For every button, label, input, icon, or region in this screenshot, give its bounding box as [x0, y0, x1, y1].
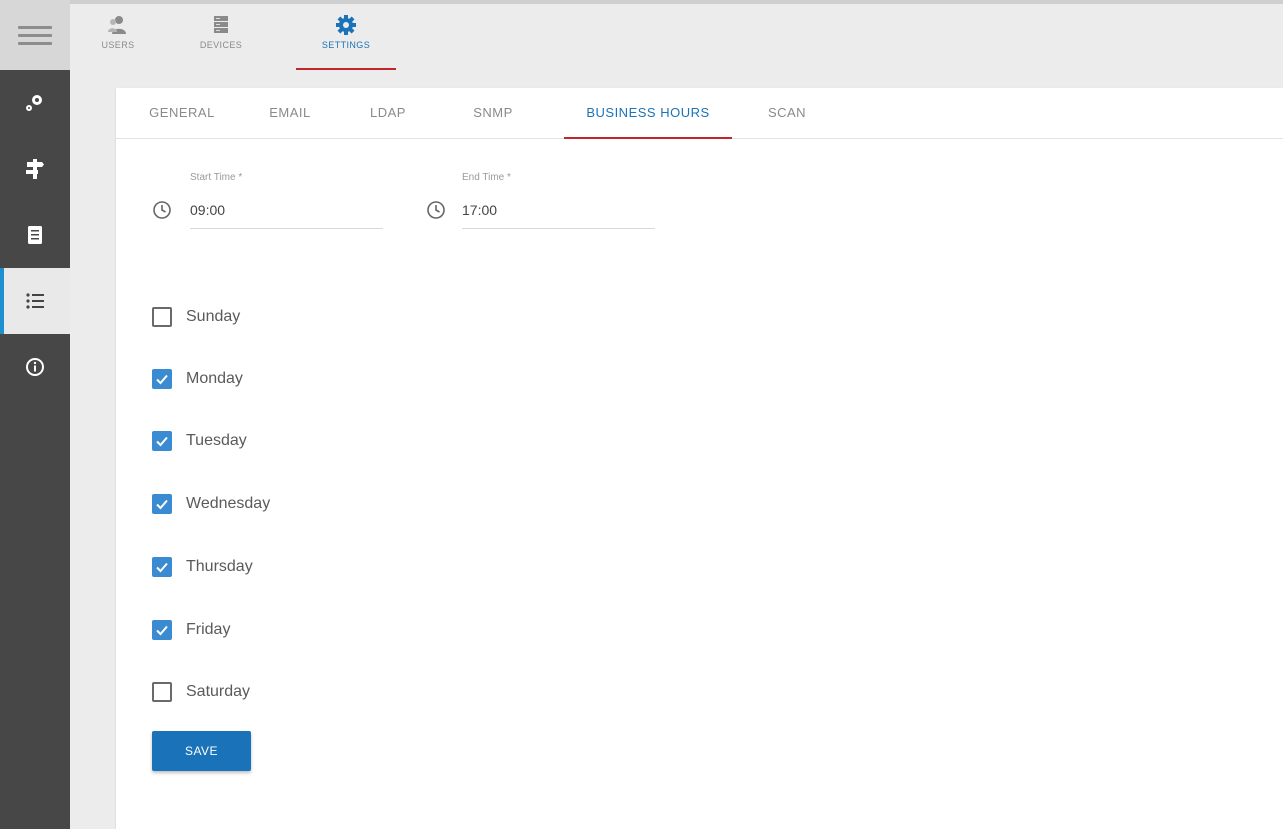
check-icon — [156, 499, 168, 510]
menu-button[interactable] — [0, 0, 70, 70]
left-rail — [0, 0, 70, 829]
module-users[interactable]: USERS — [68, 10, 168, 50]
start-time-field[interactable]: Start Time * — [190, 172, 383, 229]
day-friday[interactable]: Friday — [152, 617, 230, 643]
list-icon — [26, 293, 44, 309]
tuesday-checkbox[interactable] — [152, 431, 172, 451]
module-devices-label: DEVICES — [199, 40, 243, 50]
end-time-field[interactable]: End Time * — [462, 172, 655, 229]
devices-icon — [214, 16, 228, 33]
info-icon — [26, 358, 44, 376]
monday-label: Monday — [186, 370, 243, 387]
tab-general[interactable]: GENERAL — [134, 88, 230, 139]
thursday-label: Thursday — [186, 558, 253, 575]
friday-checkbox[interactable] — [152, 620, 172, 640]
day-monday[interactable]: Monday — [152, 366, 243, 392]
module-bar: USERS DEVICES SETTINGS — [70, 0, 1283, 70]
start-time-clock-icon — [153, 201, 171, 219]
saturday-checkbox[interactable] — [152, 682, 172, 702]
day-sunday[interactable]: Sunday — [152, 304, 240, 330]
end-time-label: End Time * — [462, 172, 511, 183]
gear-icon — [336, 15, 356, 35]
thursday-checkbox[interactable] — [152, 557, 172, 577]
check-icon — [156, 374, 168, 385]
document-icon — [28, 226, 42, 244]
tab-snmp[interactable]: SNMP — [458, 88, 528, 139]
settings-card: GENERAL EMAIL LDAP SNMP BUSINESS HOURS S… — [116, 88, 1283, 829]
monday-checkbox[interactable] — [152, 369, 172, 389]
module-settings[interactable]: SETTINGS — [296, 10, 396, 70]
day-thursday[interactable]: Thursday — [152, 554, 253, 580]
cluster-icon — [26, 95, 42, 111]
users-icon — [108, 16, 126, 34]
check-icon — [156, 436, 168, 447]
module-settings-label: SETTINGS — [321, 40, 371, 50]
start-time-input[interactable] — [190, 202, 370, 218]
check-icon — [156, 562, 168, 573]
friday-label: Friday — [186, 621, 231, 638]
signpost-icon — [26, 159, 44, 179]
saturday-label: Saturday — [186, 683, 251, 700]
tab-ldap[interactable]: LDAP — [356, 88, 420, 139]
rail-item-list[interactable] — [0, 268, 70, 334]
tab-email[interactable]: EMAIL — [254, 88, 326, 139]
tuesday-label: Tuesday — [186, 432, 247, 449]
rail-item-signpost[interactable] — [0, 136, 70, 202]
module-devices[interactable]: DEVICES — [171, 10, 271, 50]
day-saturday[interactable]: Saturday — [152, 679, 250, 705]
end-time-input[interactable] — [462, 202, 642, 218]
sunday-label: Sunday — [186, 308, 241, 325]
day-wednesday[interactable]: Wednesday — [152, 491, 270, 517]
tab-business-hours[interactable]: BUSINESS HOURS — [564, 88, 732, 139]
settings-tabs: GENERAL EMAIL LDAP SNMP BUSINESS HOURS S… — [116, 88, 1283, 139]
wednesday-label: Wednesday — [186, 495, 271, 512]
hamburger-icon — [18, 21, 52, 50]
sunday-checkbox[interactable] — [152, 307, 172, 327]
wednesday-checkbox[interactable] — [152, 494, 172, 514]
active-module-indicator — [296, 68, 396, 70]
save-button[interactable]: SAVE — [152, 731, 251, 771]
tab-scan[interactable]: SCAN — [754, 88, 820, 139]
rail-item-cluster[interactable] — [0, 70, 70, 136]
check-icon — [156, 625, 168, 636]
rail-item-document[interactable] — [0, 202, 70, 268]
start-time-label: Start Time * — [190, 172, 243, 183]
module-users-label: USERS — [101, 40, 135, 50]
end-time-clock-icon — [427, 201, 445, 219]
day-tuesday[interactable]: Tuesday — [152, 428, 247, 454]
rail-item-info[interactable] — [0, 334, 70, 400]
